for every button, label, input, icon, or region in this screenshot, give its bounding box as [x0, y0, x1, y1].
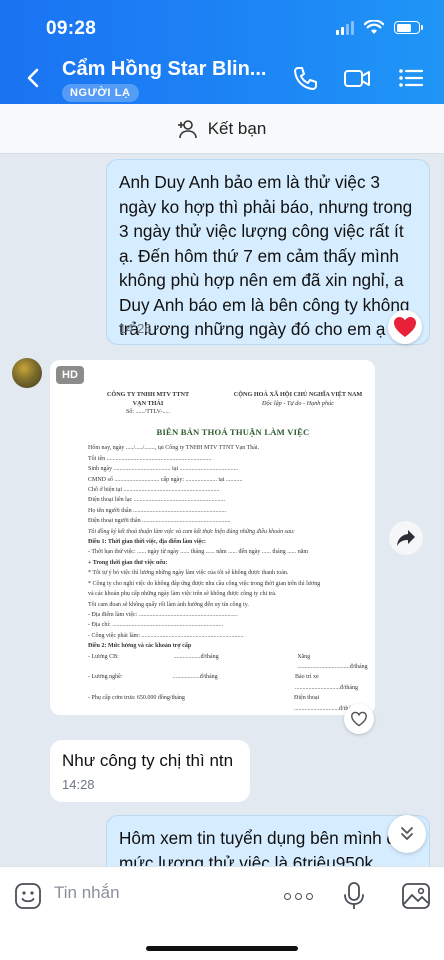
menu-list-icon[interactable] [396, 63, 426, 93]
doc-nation-line1: CỘNG HOÀ XÃ HỘI CHỦ NGHĨA VIỆT NAM [233, 391, 363, 398]
double-chevron-down-icon [401, 827, 413, 840]
doc-company-line2: VẠN THÁI [132, 400, 164, 407]
contact-name[interactable]: Cẩm Hồng Star Blin... [62, 58, 266, 81]
react-heart-button[interactable] [344, 704, 374, 734]
doc-salary-label: - Lương CB: [88, 653, 119, 660]
status-icons [336, 20, 423, 35]
doc-workplace: - Địa chỉ: .............................… [88, 622, 224, 629]
signal-icon [336, 20, 354, 35]
doc-article2: Điều 2: Mức lương và các khoản trợ cấp [88, 643, 192, 650]
doc-field: Tôi tên ................................… [88, 455, 212, 462]
doc-trial-note: * Công ty cho nghỉ việc do không đáp ứng… [88, 580, 321, 587]
doc-trial: - Thời hạn thử việc: ...... ngày từ ngày… [88, 549, 309, 556]
doc-field: Điện thoại người thân ..................… [88, 518, 231, 525]
heart-outline-icon [350, 711, 368, 727]
doc-field: Họ tên người thân ......................… [88, 507, 227, 514]
hd-badge: HD [56, 366, 84, 384]
outgoing-message[interactable]: Anh Duy Anh bảo em là thử việc 3 ngày ko… [106, 159, 430, 345]
scroll-to-bottom-button[interactable] [388, 815, 426, 853]
add-friend-button[interactable]: Kết bạn [0, 104, 444, 154]
chat-header: 09:28 Cẩm Hồng Star Blin... NGƯỜI LẠ [0, 0, 444, 104]
battery-icon [394, 21, 423, 34]
stranger-badge: NGƯỜI LẠ [62, 84, 139, 102]
doc-field: CMND số .............................. c… [88, 476, 243, 483]
doc-number: Số: ....../TTLV-..... [126, 409, 170, 415]
more-options-icon[interactable] [284, 893, 313, 900]
phone-call-icon[interactable] [290, 63, 320, 93]
doc-workplace: - Công việc phải làm: ..................… [88, 632, 244, 639]
video-call-icon[interactable] [342, 63, 372, 93]
doc-salary-row: - Phụ cấp cơm trưa: 650.000 đồng/tháng Đ… [88, 693, 375, 714]
wifi-icon [364, 20, 384, 34]
doc-allowance: Xăng ...................................… [297, 653, 368, 670]
message-input[interactable]: Tin nhắn [54, 883, 120, 903]
doc-salary-label: - Phụ cấp cơm trưa: 650.000 đồng/tháng [88, 695, 185, 702]
doc-title: BIÊN BẢN THOẢ THUẬN LÀM VIỆC [156, 427, 310, 437]
back-arrow-icon[interactable] [20, 64, 48, 92]
doc-trial-note: Tôi cam đoan sẽ không quấy rối làm ảnh h… [88, 601, 249, 608]
doc-company-line1: CÔNG TY TNHH MTV TTNT [106, 391, 190, 398]
sticker-emoji-icon[interactable] [14, 882, 42, 910]
doc-salary-row: - Lương nghề: ..................đ/tháng … [88, 672, 375, 693]
doc-salary-value: ..................đ/tháng [173, 653, 219, 660]
status-time: 09:28 [46, 18, 97, 39]
doc-nation-line2: Độc lập - Tự do - Hạnh phúc [262, 400, 334, 407]
add-user-icon [177, 119, 197, 138]
doc-trial-note-head: + Trong thời gian thử việc nếu: [88, 559, 168, 566]
heart-reaction-badge[interactable] [388, 310, 422, 344]
doc-article1: Điều 1: Thời gian thời việc, địa điểm là… [88, 539, 206, 546]
document-photo: CÔNG TY TNHH MTV TTNT CỘNG HOÀ XÃ HỘI CH… [88, 390, 375, 714]
incoming-message[interactable]: Như công ty chị thì ntn 14:28 [50, 740, 250, 802]
image-message[interactable]: HD CÔNG TY TNHH MTV TTNT CỘNG HOÀ XÃ HỘI… [50, 360, 375, 715]
add-friend-label: Kết bạn [207, 118, 267, 138]
doc-workplace: - Địa điểm làm việc: ...................… [88, 611, 238, 618]
doc-salary-label: - Lương nghề: [88, 674, 123, 681]
message-text: Như công ty chị thì ntn [62, 751, 234, 770]
doc-allowance: Bảo trì xe .............................… [295, 674, 359, 691]
message-text: Anh Duy Anh bảo em là thử việc 3 ngày ko… [119, 172, 413, 339]
microphone-icon[interactable] [343, 881, 365, 911]
message-time: 14:26 [119, 321, 152, 336]
doc-trial-note: và các khoản phụ cấp những ngày làm việc… [88, 591, 277, 598]
doc-intro: Hôm nay, ngày ...../...../......., tại C… [88, 445, 260, 452]
doc-salary-value: ..................đ/tháng [172, 674, 218, 681]
home-indicator [146, 946, 298, 951]
forward-arrow-icon [397, 530, 415, 546]
heart-icon [394, 317, 416, 337]
doc-field: Chỗ ở hiện tại .........................… [88, 487, 220, 494]
forward-button[interactable] [389, 521, 423, 555]
doc-field: Sinh ngày ..............................… [88, 466, 239, 473]
message-time: 14:28 [62, 777, 95, 792]
sender-avatar[interactable] [12, 358, 42, 388]
doc-field: Điện thoại liên lạc ....................… [88, 497, 226, 504]
doc-agreement: Tôi đồng ký kết thoả thuận làm việc và c… [88, 528, 295, 535]
doc-salary-row: - Lương CB: ..................đ/tháng Xă… [88, 652, 375, 673]
doc-trial-note: * Tôi tự ý bỏ việc thì lương những ngày … [88, 570, 289, 577]
gallery-image-icon[interactable] [401, 882, 431, 910]
